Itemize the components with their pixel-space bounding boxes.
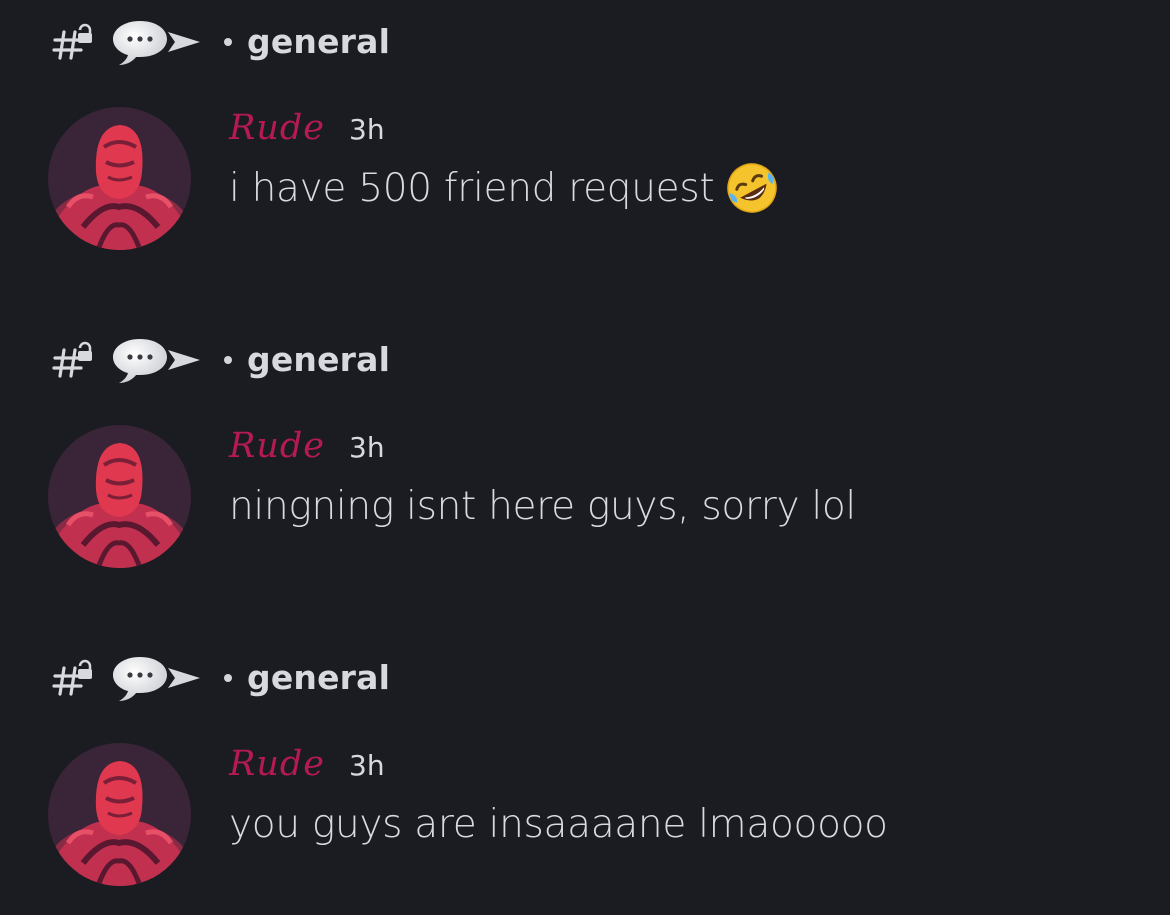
message-text: i have 500 friend request: [229, 165, 715, 211]
arrow-right-icon: [168, 32, 200, 52]
username[interactable]: Rude: [229, 426, 325, 466]
message-content[interactable]: ningning isnt here guys, sorry lol: [229, 480, 856, 532]
notification-item[interactable]: general Rude 3h i have 500 friend reques…: [0, 0, 1170, 318]
speech-bubble-icon: [113, 21, 167, 65]
notification-item[interactable]: general Rude 3h you guys are insaaaane l…: [0, 636, 1170, 915]
message-content[interactable]: i have 500 friend request: [229, 162, 780, 214]
separator-dot: [224, 674, 232, 682]
message-text: you guys are insaaaane lmaooooo: [229, 801, 888, 847]
username[interactable]: Rude: [229, 108, 325, 148]
message-content[interactable]: you guys are insaaaane lmaooooo: [229, 798, 888, 850]
message-header: Rude 3h: [229, 426, 385, 476]
avatar[interactable]: [48, 743, 191, 886]
speech-bubble-icon: [113, 657, 167, 701]
notification-feed: general Rude 3h i have 500 friend reques…: [0, 0, 1170, 915]
channel-name[interactable]: general: [247, 336, 390, 384]
separator-dot: [224, 356, 232, 364]
message-header: Rude 3h: [229, 744, 385, 794]
message-header: Rude 3h: [229, 108, 385, 158]
timestamp: 3h: [349, 431, 385, 464]
locked-hash-icon: [52, 659, 92, 696]
channel-name[interactable]: general: [247, 18, 390, 66]
timestamp: 3h: [349, 113, 385, 146]
avatar[interactable]: [48, 425, 191, 568]
channel-header[interactable]: general: [52, 336, 390, 384]
notification-item[interactable]: general Rude 3h ningning isnt here guys,…: [0, 318, 1170, 636]
channel-name[interactable]: general: [247, 654, 390, 702]
timestamp: 3h: [349, 749, 385, 782]
avatar[interactable]: [48, 107, 191, 250]
channel-header[interactable]: general: [52, 18, 390, 66]
separator-dot: [224, 38, 232, 46]
rolling-on-floor-laughing-emoji: [727, 163, 778, 213]
arrow-right-icon: [168, 350, 200, 370]
locked-hash-icon: [52, 23, 92, 60]
arrow-right-icon: [168, 668, 200, 688]
locked-hash-icon: [52, 341, 92, 378]
username[interactable]: Rude: [229, 744, 325, 784]
channel-header[interactable]: general: [52, 654, 390, 702]
speech-bubble-icon: [113, 339, 167, 383]
message-text: ningning isnt here guys, sorry lol: [229, 483, 856, 529]
